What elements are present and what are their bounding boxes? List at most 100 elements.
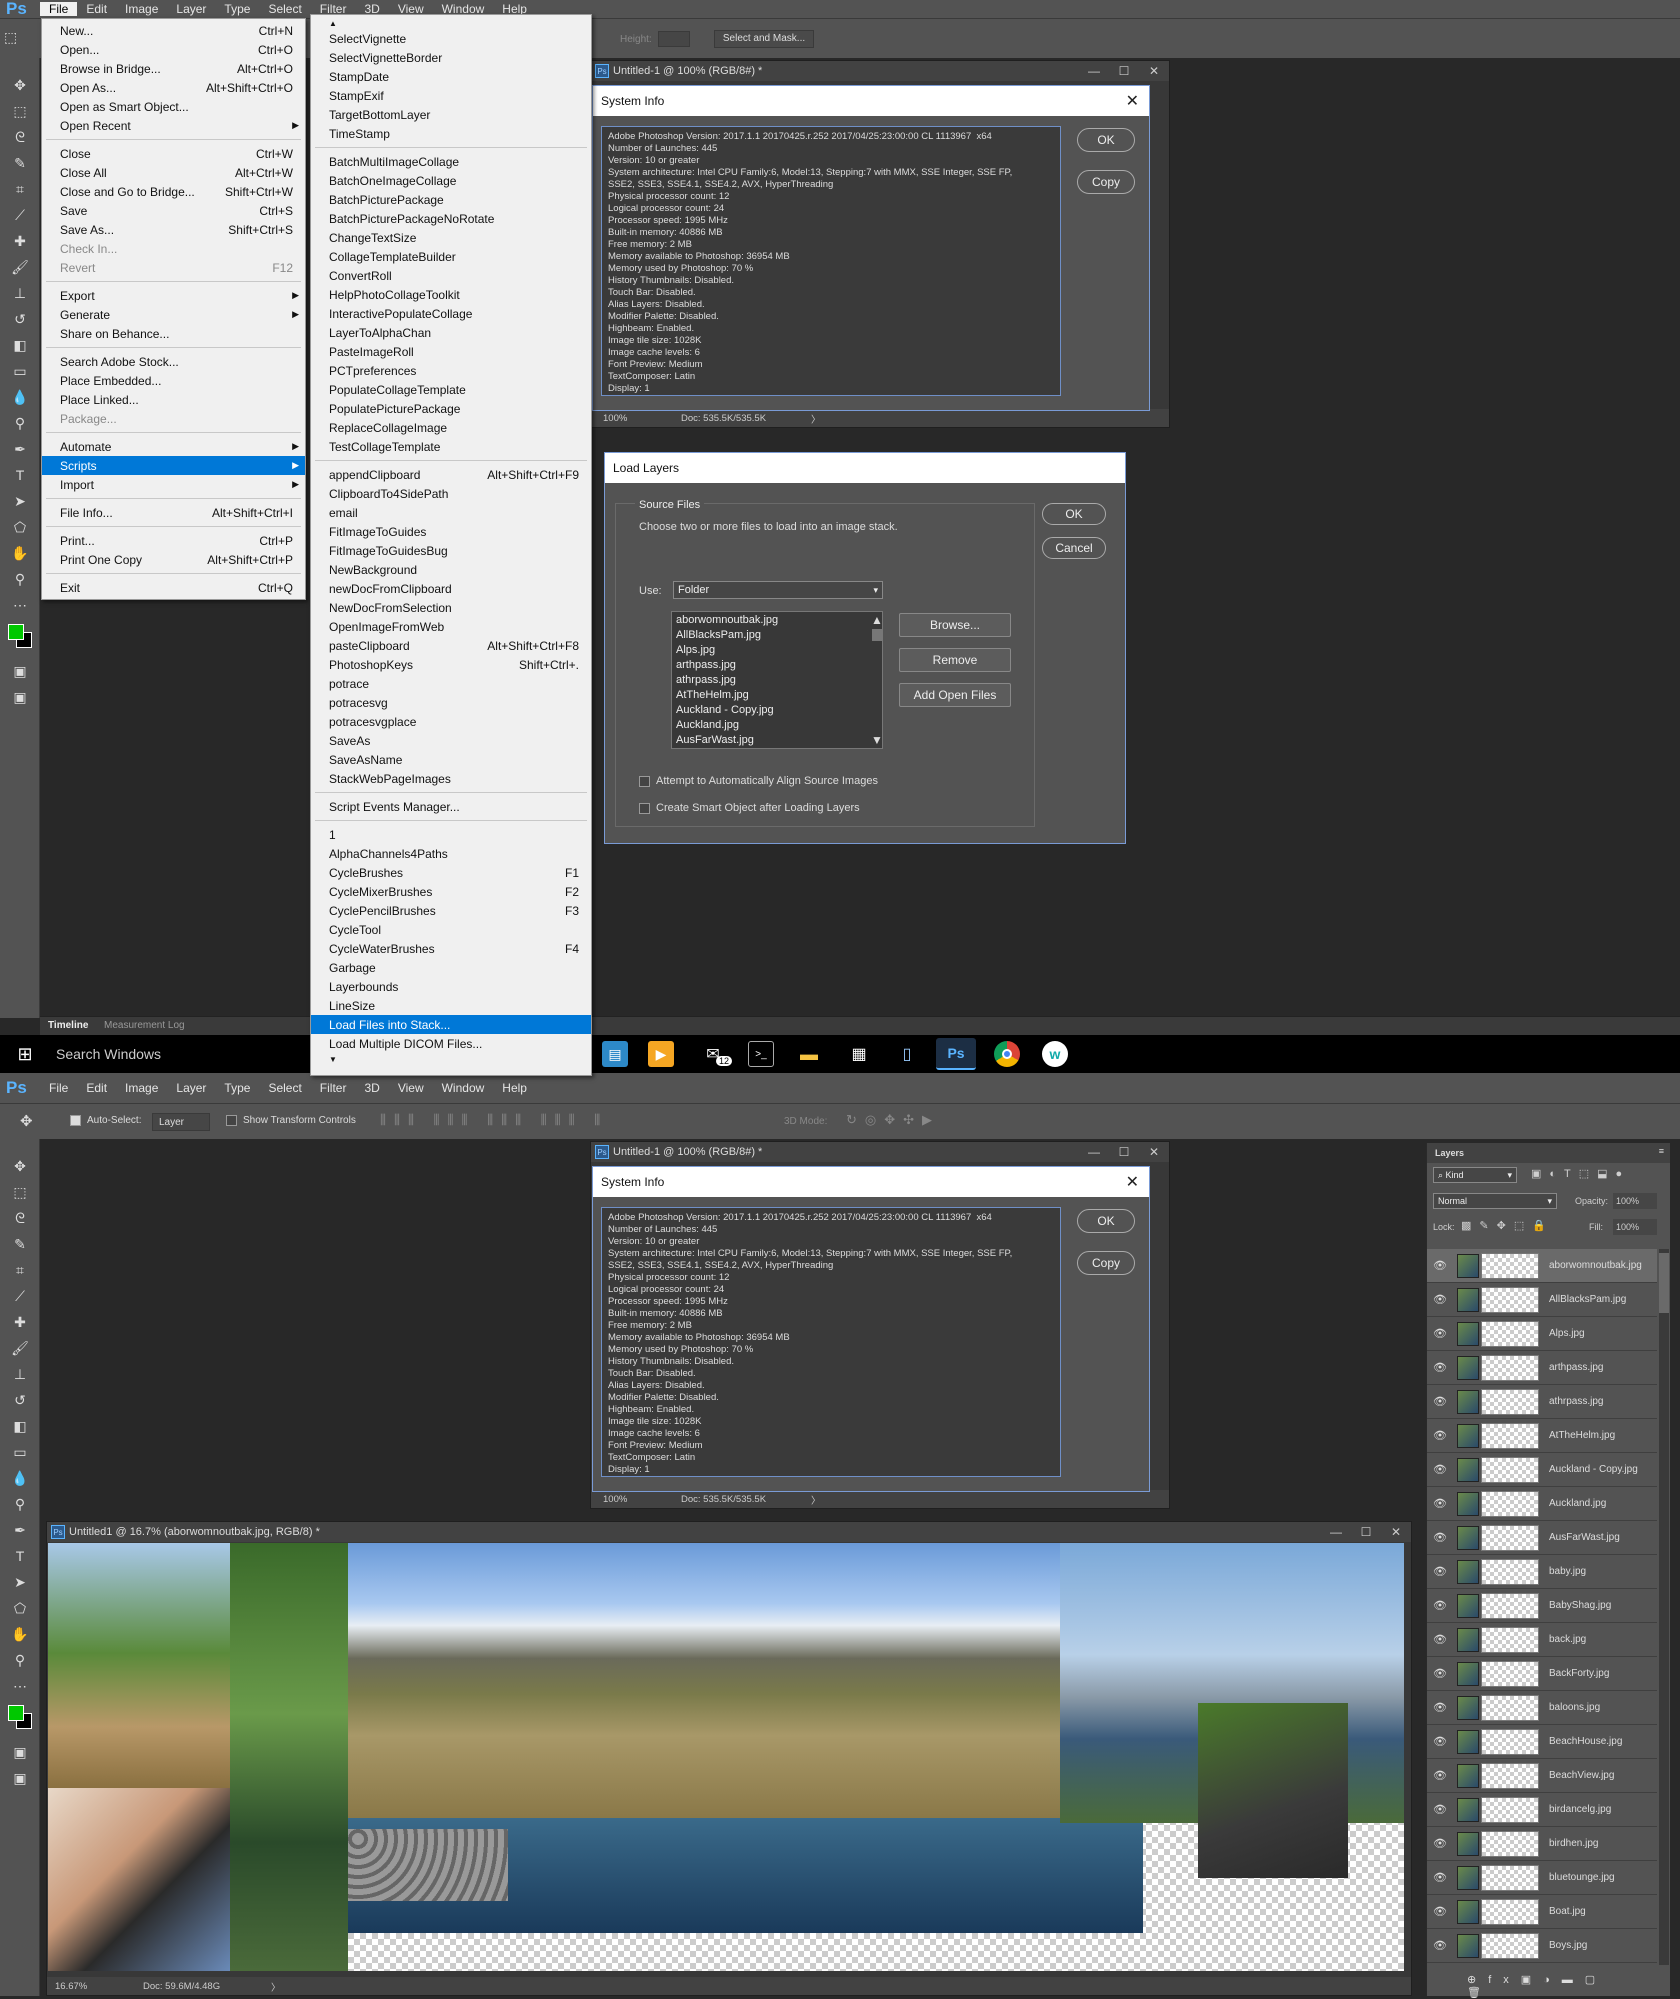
scripts-menu-item[interactable]: ChangeTextSize	[311, 228, 591, 247]
align-checkbox[interactable]: Attempt to Automatically Align Source Im…	[639, 775, 878, 787]
layer-row[interactable]: 👁 AtTheHelm.jpg	[1427, 1419, 1657, 1453]
file-menu-item[interactable]: Close and Go to Bridge... Shift+Ctrl+W	[42, 182, 305, 201]
file-menu-item[interactable]: File Info... Alt+Shift+Ctrl+I	[42, 503, 305, 522]
layers-list[interactable]: 👁 aborwomnoutbak.jpg 👁 AllBlacksPam.jpg 👁 Alp…	[1427, 1249, 1657, 1965]
path-select-icon[interactable]: ➤	[0, 488, 40, 514]
scripts-menu-item[interactable]: potrace	[311, 674, 591, 693]
scripts-menu-item[interactable]: TestCollageTemplate	[311, 437, 591, 456]
close-icon[interactable]: ✕	[1381, 1522, 1411, 1542]
file-menu-item[interactable]: Check In...	[42, 239, 305, 258]
terminal-icon[interactable]: >_	[748, 1041, 774, 1067]
layer-row[interactable]: 👁 back.jpg	[1427, 1623, 1657, 1657]
file-menu-item[interactable]: Open... Ctrl+O	[42, 40, 305, 59]
info-scrollbar[interactable]	[1047, 1209, 1059, 1475]
crop-tool-icon[interactable]: ⌗	[0, 176, 40, 202]
scripts-menu-item[interactable]: SaveAsName	[311, 750, 591, 769]
blur-tool-icon[interactable]: 💧	[0, 1465, 40, 1491]
filter-icons[interactable]: ▣◐T⬚⬓●	[1531, 1167, 1630, 1180]
healing-tool-icon[interactable]: ✚	[0, 228, 40, 254]
file-menu-item[interactable]: Open as Smart Object...	[42, 97, 305, 116]
more-tools-icon[interactable]: ⋯	[0, 1673, 40, 1699]
dodge-tool-icon[interactable]: ⚲	[0, 1491, 40, 1517]
file-menu-item[interactable]: Scripts ▶	[42, 456, 305, 475]
visibility-eye-icon[interactable]: 👁	[1427, 1633, 1453, 1646]
file-menu-item[interactable]: Share on Behance...	[42, 324, 305, 343]
file-menu-item[interactable]: Import ▶	[42, 475, 305, 494]
scripts-menu-item[interactable]: LineSize	[311, 996, 591, 1015]
blur-tool-icon[interactable]: 💧	[0, 384, 40, 410]
scripts-menu-item[interactable]: NewBackground	[311, 560, 591, 579]
file-menu-item[interactable]: Automate ▶	[42, 437, 305, 456]
file-menu-item[interactable]: Close Ctrl+W	[42, 144, 305, 163]
scripts-menu-item[interactable]: BatchMultiImageCollage	[311, 152, 591, 171]
visibility-eye-icon[interactable]: 👁	[1427, 1939, 1453, 1952]
menu-window[interactable]: Window	[433, 1081, 494, 1095]
layer-row[interactable]: 👁 Auckland.jpg	[1427, 1487, 1657, 1521]
align-icons[interactable]: ⫼⫼⫼ ⫼⫼⫼ ⫼⫼⫼ ⫼⫼⫼ ⫼	[380, 1112, 608, 1128]
scripts-menu-item[interactable]: TargetBottomLayer	[311, 105, 591, 124]
maximize-icon[interactable]: ☐	[1351, 1522, 1381, 1542]
menu-file[interactable]: File	[40, 1081, 77, 1095]
pen-tool-icon[interactable]: ✒	[0, 436, 40, 462]
scripts-menu-item[interactable]: Load Multiple DICOM Files...	[311, 1034, 591, 1053]
layer-row[interactable]: 👁 Boat.jpg	[1427, 1895, 1657, 1929]
timeline-tab[interactable]: Timeline	[48, 1020, 88, 1031]
opacity-value[interactable]: 100%	[1613, 1193, 1657, 1209]
visibility-eye-icon[interactable]: 👁	[1427, 1667, 1453, 1680]
scripts-menu-item[interactable]: CycleWaterBrushes F4	[311, 939, 591, 958]
scripts-menu-item[interactable]: LayerToAlphaChan	[311, 323, 591, 342]
visibility-eye-icon[interactable]: 👁	[1427, 1837, 1453, 1850]
eraser-tool-icon[interactable]: ◧	[0, 1413, 40, 1439]
kind-filter[interactable]: ⌕ Kind	[1433, 1167, 1517, 1183]
scripts-menu-item[interactable]: TimeStamp	[311, 124, 591, 143]
healing-tool-icon[interactable]: ✚	[0, 1309, 40, 1335]
dodge-tool-icon[interactable]: ⚲	[0, 410, 40, 436]
status-chevron-icon[interactable]: 〉	[271, 1980, 281, 1994]
photoshop-taskbar-icon[interactable]: Ps	[936, 1038, 976, 1070]
scripts-menu-item[interactable]: CycleBrushes F1	[311, 863, 591, 882]
scripts-menu-item[interactable]: Garbage	[311, 958, 591, 977]
visibility-eye-icon[interactable]: 👁	[1427, 1701, 1453, 1714]
auto-select-checkbox[interactable]: Auto-Select:	[70, 1115, 141, 1126]
hand-tool-icon[interactable]: ✋	[0, 1621, 40, 1647]
remove-button[interactable]: Remove	[899, 648, 1011, 672]
file-menu-item[interactable]: Print One Copy Alt+Shift+Ctrl+P	[42, 550, 305, 569]
explorer-app-icon[interactable]: ▤	[602, 1041, 628, 1067]
menu-select[interactable]: Select	[259, 2, 310, 16]
stamp-tool-icon[interactable]: ⊥	[0, 1361, 40, 1387]
calculator-icon[interactable]: ▦	[846, 1041, 872, 1067]
windows-start-icon[interactable]: ⊞	[12, 1041, 38, 1067]
layer-row[interactable]: 👁 AllBlacksPam.jpg	[1427, 1283, 1657, 1317]
scripts-menu-item[interactable]: CyclePencilBrushes F3	[311, 901, 591, 920]
scripts-menu-item[interactable]: PasteImageRoll	[311, 342, 591, 361]
scripts-menu-item[interactable]: PopulatePicturePackage	[311, 399, 591, 418]
layer-row[interactable]: 👁 BeachHouse.jpg	[1427, 1725, 1657, 1759]
scripts-menu-item[interactable]: appendClipboard Alt+Shift+Ctrl+F9	[311, 465, 591, 484]
foreground-color-swatch[interactable]	[8, 1705, 24, 1721]
zoom-level[interactable]: 100%	[603, 1494, 627, 1505]
scripts-menu-item[interactable]: SelectVignetteBorder	[311, 48, 591, 67]
scripts-menu-item[interactable]: BatchPicturePackage	[311, 190, 591, 209]
file-list-item[interactable]: athrpass.jpg	[676, 673, 878, 688]
visibility-eye-icon[interactable]: 👁	[1427, 1599, 1453, 1612]
scripts-menu-item[interactable]: newDocFromClipboard	[311, 579, 591, 598]
menu-3d[interactable]: 3D	[355, 1081, 388, 1095]
brush-tool-icon[interactable]: 🖌	[0, 1335, 40, 1361]
file-menu-item[interactable]: Place Linked...	[42, 390, 305, 409]
zoom-level[interactable]: 100%	[603, 413, 627, 424]
gradient-tool-icon[interactable]: ▭	[0, 358, 40, 384]
file-menu-item[interactable]: Place Embedded...	[42, 371, 305, 390]
zoom-level[interactable]: 16.67%	[55, 1981, 87, 1992]
layer-actions-bar[interactable]: ⊕fx▣◑▬▢🗑	[1427, 1969, 1671, 1999]
file-menu-item[interactable]: Generate ▶	[42, 305, 305, 324]
visibility-eye-icon[interactable]: 👁	[1427, 1327, 1453, 1340]
menu-layer[interactable]: Layer	[167, 1081, 215, 1095]
close-icon[interactable]: ✕	[1126, 1172, 1139, 1192]
history-brush-icon[interactable]: ↺	[0, 1387, 40, 1413]
scroll-arrow-icon[interactable]: ▲	[311, 17, 591, 29]
menu-type[interactable]: Type	[215, 1081, 259, 1095]
layer-row[interactable]: 👁 birdhen.jpg	[1427, 1827, 1657, 1861]
file-menu-item[interactable]: New... Ctrl+N	[42, 21, 305, 40]
image-canvas[interactable]	[48, 1543, 1404, 1971]
lasso-tool-icon[interactable]: ᘓ	[0, 1205, 40, 1231]
